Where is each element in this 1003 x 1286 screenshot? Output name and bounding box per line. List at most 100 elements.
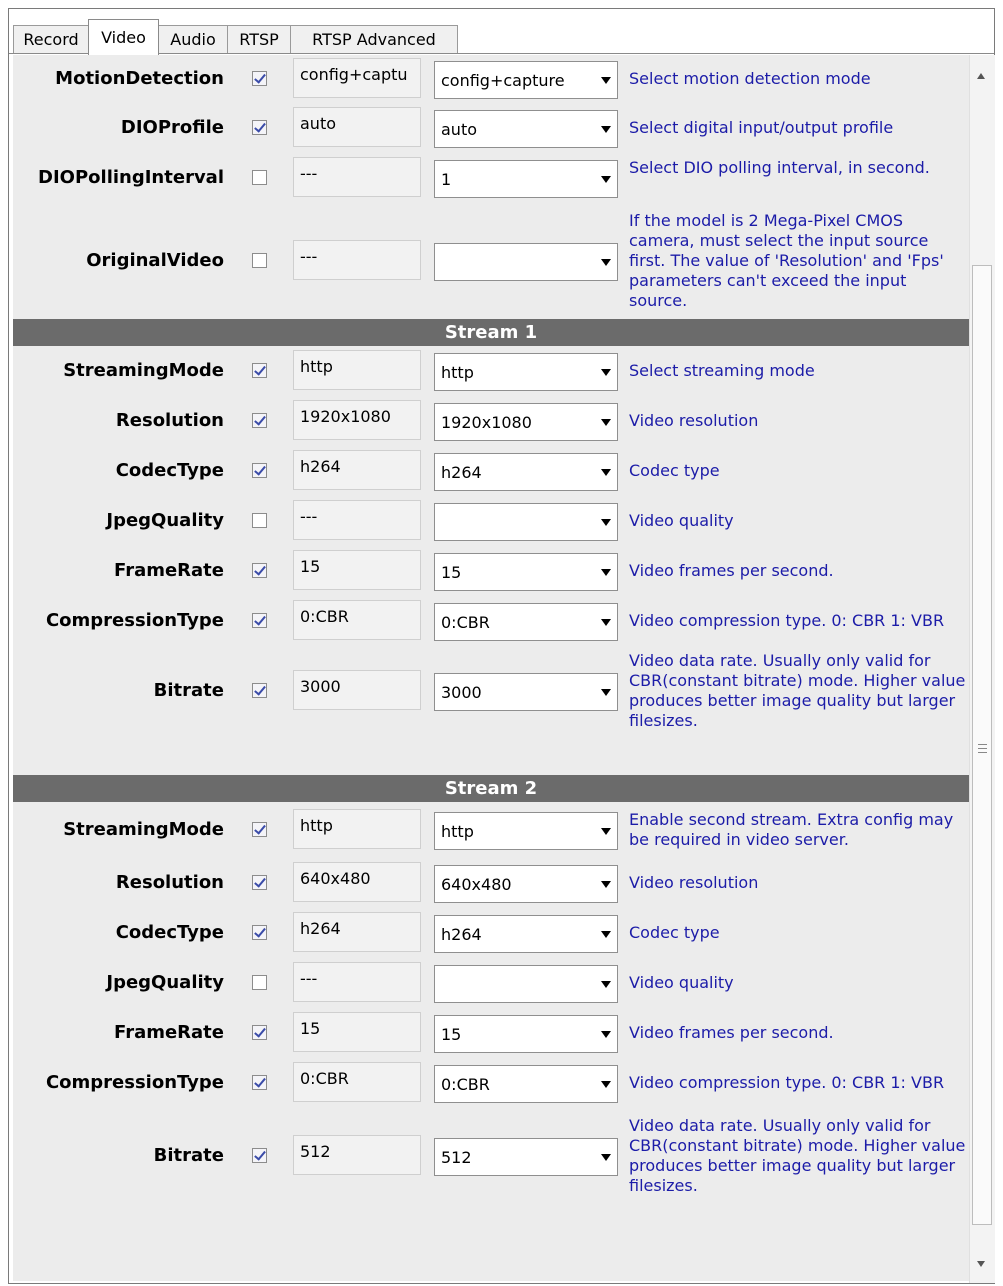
stream2-codec-type-checkbox[interactable] <box>252 925 267 940</box>
diopolling-interval-description: Select DIO polling interval, in second. <box>629 158 930 177</box>
stream1-frame-rate-current-value: 15 <box>293 550 421 590</box>
stream1-resolution-select[interactable]: 1920x1080 <box>434 403 618 441</box>
stream2-codec-type-select[interactable]: h264 <box>434 915 618 953</box>
stream1-jpeg-quality-select[interactable] <box>434 503 618 541</box>
dropdown-arrow-icon <box>601 77 611 84</box>
settings-row: DIOPollingInterval --- 1 Select DIO polling… <box>13 153 969 203</box>
settings-window: Record Video Audio RTSP RTSP Advanced Mo… <box>8 8 995 1284</box>
stream1-jpeg-quality-checkbox[interactable] <box>252 513 267 528</box>
dioprofile-select[interactable]: auto <box>434 110 618 148</box>
dropdown-arrow-icon <box>601 126 611 133</box>
motion-detection-label: MotionDetection <box>55 68 224 89</box>
stream2-jpeg-quality-checkbox[interactable] <box>252 975 267 990</box>
stream1-streaming-mode-selected-value: http <box>441 363 474 382</box>
dropdown-arrow-icon <box>601 569 611 576</box>
diopolling-interval-select[interactable]: 1 <box>434 160 618 198</box>
tab-video[interactable]: Video <box>88 19 159 55</box>
stream2-compression-type-description: Video compression type. 0: CBR 1: VBR <box>629 1073 945 1092</box>
stream1-compression-type-checkbox[interactable] <box>252 613 267 628</box>
scroll-thumb[interactable] <box>972 265 992 1225</box>
settings-row: StreamingMode http http Enable second strea… <box>13 802 969 858</box>
stream2-bitrate-select[interactable]: 512 <box>434 1138 618 1176</box>
diopolling-interval-checkbox[interactable] <box>252 170 267 185</box>
stream1-compression-type-current-value: 0:CBR <box>293 600 421 640</box>
stream1-jpeg-quality-description: Video quality <box>629 511 734 530</box>
stream1-bitrate-select[interactable]: 3000 <box>434 673 618 711</box>
dioprofile-checkbox[interactable] <box>252 120 267 135</box>
dioprofile-selected-value: auto <box>441 120 478 139</box>
stream2-compression-type-label: CompressionType <box>45 1072 224 1093</box>
stream2-resolution-label: Resolution <box>115 872 224 893</box>
dioprofile-label: DIOProfile <box>120 117 224 138</box>
stream1-compression-type-select[interactable]: 0:CBR <box>434 603 618 641</box>
stream1-resolution-checkbox[interactable] <box>252 413 267 428</box>
stream1-jpeg-quality-label: JpegQuality <box>106 510 224 531</box>
stream2-compression-type-checkbox[interactable] <box>252 1075 267 1090</box>
stream2-resolution-current-value: 640x480 <box>293 862 421 902</box>
stream1-streaming-mode-label: StreamingMode <box>63 360 224 381</box>
vertical-scrollbar[interactable] <box>969 55 995 1283</box>
stream2-streaming-mode-checkbox[interactable] <box>252 822 267 837</box>
stream2-bitrate-description: Video data rate. Usually only valid for … <box>629 1116 966 1195</box>
stream2-jpeg-quality-label: JpegQuality <box>106 972 224 993</box>
dioprofile-description: Select digital input/output profile <box>629 118 894 137</box>
motion-detection-select[interactable]: config+capture <box>434 61 618 99</box>
settings-row: DIOProfile auto auto Select digital input/o… <box>13 103 969 153</box>
settings-row: JpegQuality --- Video quality <box>13 958 969 1008</box>
stream1-codec-type-select[interactable]: h264 <box>434 453 618 491</box>
tab-bar: Record Video Audio RTSP RTSP Advanced <box>9 9 994 55</box>
stream2-frame-rate-select[interactable]: 15 <box>434 1015 618 1053</box>
dropdown-arrow-icon <box>601 259 611 266</box>
original-video-checkbox[interactable] <box>252 253 267 268</box>
stream1-codec-type-description: Codec type <box>629 461 720 480</box>
dioprofile-current-value: auto <box>293 107 421 147</box>
stream2-codec-type-description: Codec type <box>629 923 720 942</box>
stream1-frame-rate-select[interactable]: 15 <box>434 553 618 591</box>
stream2-streaming-mode-description: Enable second stream. Extra config may b… <box>629 810 954 849</box>
motion-detection-checkbox[interactable] <box>252 71 267 86</box>
scroll-down-icon[interactable] <box>977 1261 985 1267</box>
settings-row: FrameRate 15 15 Video frames per second. <box>13 546 969 596</box>
stream2-resolution-checkbox[interactable] <box>252 875 267 890</box>
stream1-bitrate-label: Bitrate <box>153 680 224 701</box>
motion-detection-description: Select motion detection mode <box>629 69 871 88</box>
dropdown-arrow-icon <box>601 369 611 376</box>
stream1-codec-type-checkbox[interactable] <box>252 463 267 478</box>
tab-rtsp-advanced[interactable]: RTSP Advanced <box>290 25 458 53</box>
stream2-resolution-select[interactable]: 640x480 <box>434 865 618 903</box>
stream2-streaming-mode-selected-value: http <box>441 822 474 841</box>
scroll-up-icon[interactable] <box>977 73 985 79</box>
stream2-jpeg-quality-description: Video quality <box>629 973 734 992</box>
tab-rtsp[interactable]: RTSP <box>227 25 291 53</box>
diopolling-interval-current-value: --- <box>293 157 421 197</box>
settings-row: CodecType h264 h264 Codec type <box>13 446 969 496</box>
stream1-codec-type-label: CodecType <box>115 460 224 481</box>
settings-row: MotionDetection config+captu config+captur… <box>13 55 969 103</box>
dropdown-arrow-icon <box>601 1154 611 1161</box>
stream1-streaming-mode-select[interactable]: http <box>434 353 618 391</box>
stream1-compression-type-description: Video compression type. 0: CBR 1: VBR <box>629 611 945 630</box>
original-video-description: If the model is 2 Mega-Pixel CMOS camera… <box>629 211 944 310</box>
scroll-grip-icon <box>978 744 987 753</box>
stream1-bitrate-selected-value: 3000 <box>441 683 482 702</box>
stream2-streaming-mode-select[interactable]: http <box>434 812 618 850</box>
stream1-resolution-label: Resolution <box>115 410 224 431</box>
dropdown-arrow-icon <box>601 469 611 476</box>
stream2-jpeg-quality-select[interactable] <box>434 965 618 1003</box>
tab-record[interactable]: Record <box>13 25 89 53</box>
tab-audio[interactable]: Audio <box>158 25 228 53</box>
settings-panel: MotionDetection config+captu config+captur… <box>13 55 969 1281</box>
stream1-bitrate-description: Video data rate. Usually only valid for … <box>629 651 966 730</box>
stream1-frame-rate-checkbox[interactable] <box>252 563 267 578</box>
dropdown-arrow-icon <box>601 176 611 183</box>
stream2-compression-type-select[interactable]: 0:CBR <box>434 1065 618 1103</box>
stream2-bitrate-checkbox[interactable] <box>252 1148 267 1163</box>
stream2-resolution-selected-value: 640x480 <box>441 875 512 894</box>
settings-row: CompressionType 0:CBR 0:CBR Video compressi… <box>13 596 969 646</box>
original-video-select[interactable] <box>434 243 618 281</box>
stream1-bitrate-checkbox[interactable] <box>252 683 267 698</box>
dropdown-arrow-icon <box>601 981 611 988</box>
settings-row: Resolution 1920x1080 1920x1080 Video resolu… <box>13 396 969 446</box>
stream1-streaming-mode-checkbox[interactable] <box>252 363 267 378</box>
stream2-frame-rate-checkbox[interactable] <box>252 1025 267 1040</box>
